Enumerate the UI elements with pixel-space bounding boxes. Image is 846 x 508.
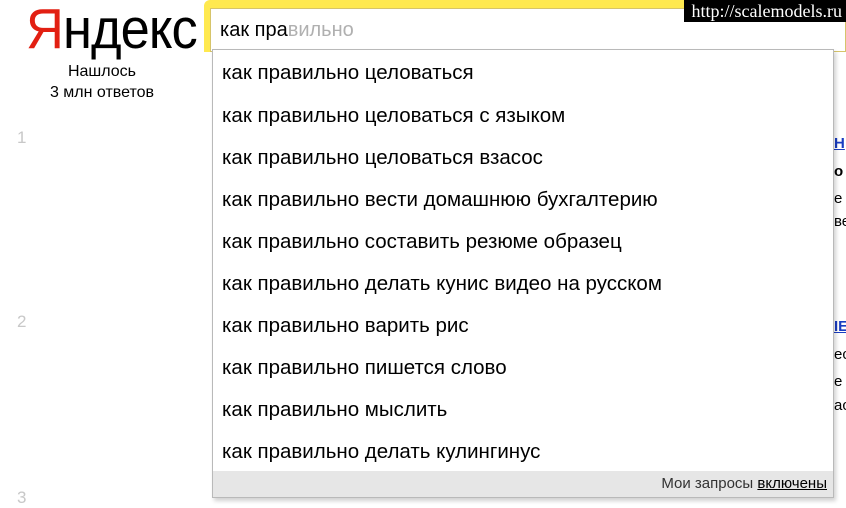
- result-number: 2: [17, 312, 27, 331]
- suggestion-item[interactable]: как правильно составить резюме образец: [213, 221, 833, 263]
- suggestion-item[interactable]: как правильно пишется слово: [213, 347, 833, 389]
- result-snippet-fragment: ес: [834, 346, 846, 363]
- result-snippet-fragment: е: [834, 373, 843, 390]
- query-autocomplete-hint: вильно: [287, 19, 354, 41]
- suggestions-list: как правильно целоваться как правильно ц…: [213, 50, 833, 473]
- suggestion-item[interactable]: как правильно вести домашнюю бухгалтерию: [213, 179, 833, 221]
- suggestion-item[interactable]: как правильно делать кулингинус: [213, 431, 833, 473]
- suggestions-footer: Мои запросы включены: [213, 471, 833, 497]
- results-count-line2: 3 млн ответов: [49, 84, 155, 101]
- logo-first-letter: Я: [26, 0, 64, 61]
- yandex-logo[interactable]: Яндекс: [26, 0, 198, 62]
- suggestion-item[interactable]: как правильно целоваться: [213, 50, 833, 95]
- result-number: 1: [17, 128, 27, 147]
- suggestion-item[interactable]: как правильно делать кунис видео на русс…: [213, 263, 833, 305]
- result-number: 3: [17, 488, 27, 507]
- results-count-line1: Нашлось: [67, 63, 137, 80]
- result-title-fragment[interactable]: IE: [834, 317, 846, 337]
- search-query: как правильно: [220, 18, 354, 42]
- query-typed-text: как пра: [220, 19, 288, 41]
- suggestion-item[interactable]: как правильно целоваться с языком: [213, 95, 833, 137]
- suggestions-dropdown: как правильно целоваться как правильно ц…: [212, 49, 834, 498]
- results-count: Нашлось 3 млн ответов: [18, 61, 186, 103]
- suggestion-item[interactable]: как правильно варить рис: [213, 305, 833, 347]
- my-queries-label: Мои запросы: [661, 475, 754, 492]
- suggestion-item[interactable]: как правильно целоваться взасос: [213, 137, 833, 179]
- result-snippet-fragment: ве: [834, 213, 846, 230]
- suggestion-item[interactable]: как правильно мыслить: [213, 389, 833, 431]
- result-snippet-fragment: о: [834, 163, 844, 180]
- result-snippet-fragment: е: [834, 190, 843, 207]
- logo-rest: ндекс: [62, 0, 198, 61]
- result-title-fragment[interactable]: Н: [834, 134, 846, 154]
- watermark: http://scalemodels.ru: [683, 0, 846, 22]
- result-snippet-fragment: ас: [834, 397, 846, 414]
- my-queries-toggle-link[interactable]: включены: [757, 475, 827, 492]
